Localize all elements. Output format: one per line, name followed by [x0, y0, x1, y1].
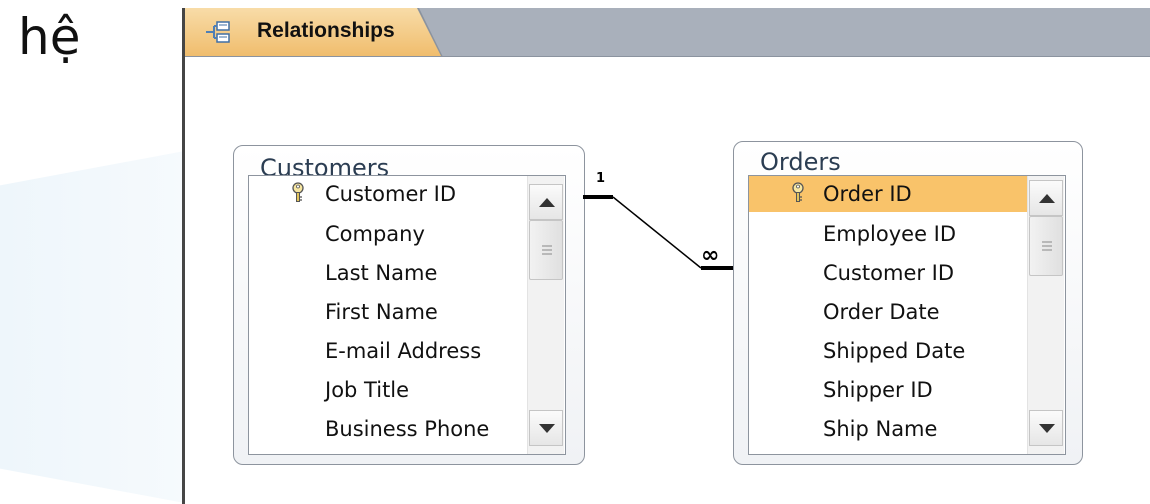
tab-relationships[interactable]: Relationships — [185, 8, 441, 56]
many-side-label: ∞ — [701, 243, 720, 268]
relationships-window: Relationships Customers Customer ID Comp… — [182, 8, 1150, 504]
side-caption: hệ — [18, 8, 81, 66]
tab-label: Relationships — [257, 19, 395, 42]
document-tab-bar: Relationships — [185, 8, 1150, 57]
relationship-line[interactable] — [185, 57, 1150, 504]
relationships-icon — [205, 20, 231, 44]
background-shape — [0, 150, 190, 504]
relationships-canvas: Customers Customer ID Company Last Name … — [185, 57, 1150, 504]
one-side-label: 1 — [596, 171, 606, 186]
